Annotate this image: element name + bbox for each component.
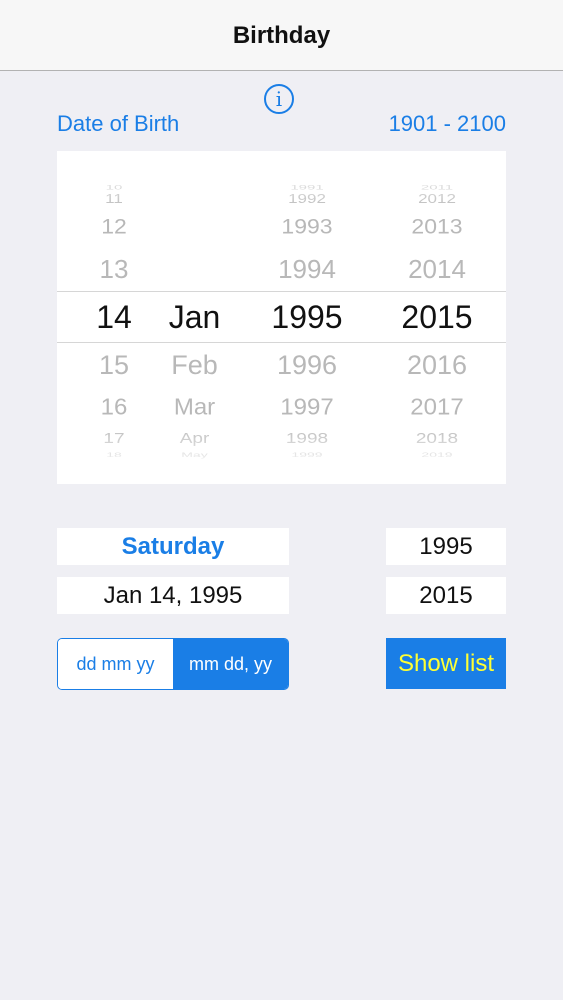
picker-selected-value[interactable]: 1995	[257, 299, 357, 336]
picker-value[interactable]: 2011	[387, 184, 487, 192]
picker-value[interactable]: Mar	[157, 395, 232, 422]
picker-value[interactable]: 2018	[387, 430, 487, 447]
picker-value[interactable]: 1997	[257, 395, 357, 422]
year-range-label: 1901 - 2100	[388, 111, 506, 136]
birth-year-display: 1995	[386, 528, 506, 565]
picker-value[interactable]: 18	[79, 451, 149, 458]
picker-value[interactable]: 2016	[387, 350, 487, 381]
navigation-bar: Birthday	[0, 0, 563, 71]
weekday-display: Saturday	[57, 528, 289, 565]
picker-value[interactable]: May	[157, 451, 232, 458]
picker-value[interactable]: 1999	[257, 451, 357, 458]
picker-value[interactable]: Feb	[157, 350, 232, 381]
date-picker[interactable]: 10 11 12 13 14 15 16 17 18 Jan Feb Mar Apr May 1991 1…	[57, 151, 506, 484]
picker-value[interactable]: 2017	[387, 395, 487, 422]
picker-selected-value[interactable]: 2015	[387, 299, 487, 336]
target-year-display: 2015	[386, 577, 506, 614]
picker-value[interactable]: 2019	[387, 451, 487, 458]
date-format-segmented-control[interactable]: dd mm yy mm dd, yy	[57, 638, 289, 690]
picker-value[interactable]: 2014	[387, 254, 487, 285]
date-of-birth-label: Date of Birth	[57, 111, 180, 136]
picker-value[interactable]: 1991	[257, 184, 357, 192]
picker-value[interactable]: 10	[79, 184, 149, 192]
picker-value[interactable]: 12	[79, 214, 149, 239]
picker-value[interactable]: Apr	[157, 430, 232, 447]
picker-selected-value[interactable]: Jan	[157, 299, 232, 336]
picker-selected-value[interactable]: 14	[79, 299, 149, 336]
format-mm-dd-yy[interactable]: mm dd, yy	[173, 639, 288, 689]
picker-value[interactable]: 1992	[257, 192, 357, 207]
picker-value[interactable]: 16	[79, 395, 149, 422]
picker-value[interactable]: 1994	[257, 254, 357, 285]
picker-month-column[interactable]: Jan Feb Mar Apr May	[157, 151, 232, 484]
picker-value[interactable]: 1993	[257, 214, 357, 239]
picker-day-column[interactable]: 10 11 12 13 14 15 16 17 18	[79, 151, 149, 484]
info-icon[interactable]: i	[264, 84, 294, 114]
show-list-button[interactable]: Show list	[386, 638, 506, 689]
nav-title: Birthday	[232, 22, 331, 49]
picker-target-year-column[interactable]: 2011 2012 2013 2014 2015 2016 2017 2018 2019	[387, 151, 487, 484]
picker-value[interactable]: 11	[79, 192, 149, 207]
picker-value[interactable]: 1998	[257, 430, 357, 447]
picker-value[interactable]: 17	[79, 430, 149, 447]
picker-year-column[interactable]: 1991 1992 1993 1994 1995 1996 1997 1998 1999	[257, 151, 357, 484]
picker-value[interactable]: 1996	[257, 350, 357, 381]
picker-value[interactable]: 2013	[387, 214, 487, 239]
picker-value[interactable]: 2012	[387, 192, 487, 207]
format-dd-mm-yy[interactable]: dd mm yy	[58, 639, 173, 689]
full-date-display: Jan 14, 1995	[57, 577, 289, 614]
picker-value[interactable]: 13	[79, 254, 149, 285]
picker-value[interactable]: 15	[79, 350, 149, 381]
